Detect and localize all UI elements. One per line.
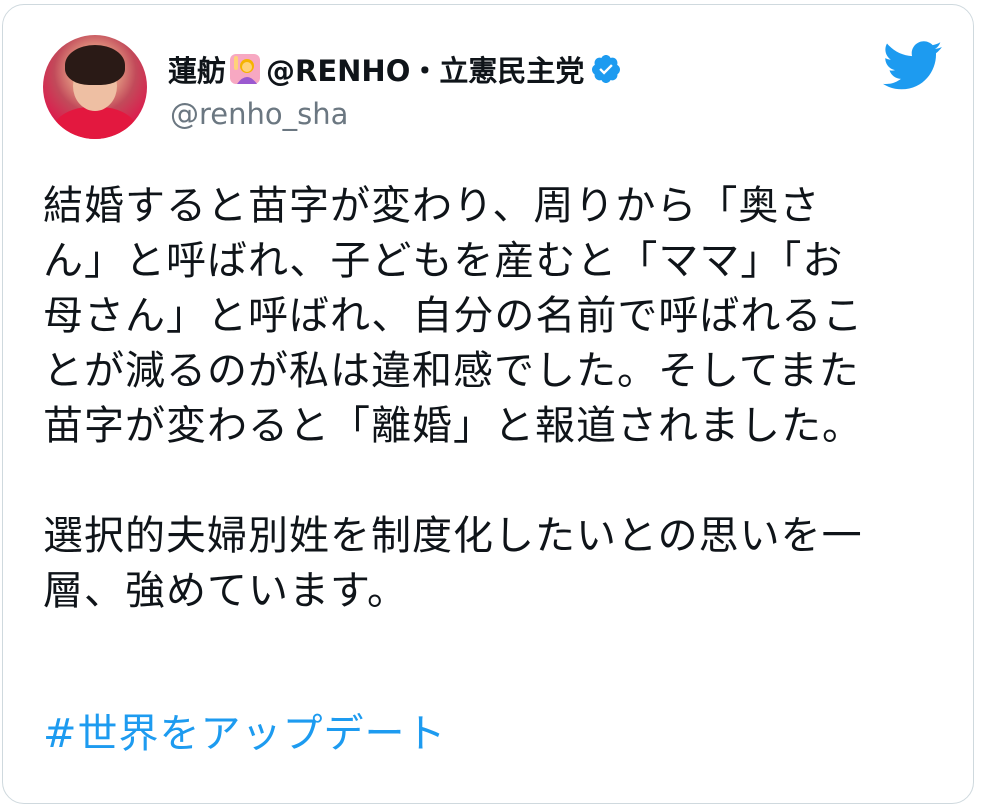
hashtag-link[interactable]: #世界をアップデート (43, 707, 447, 762)
tweet-line: 選択的夫婦別姓を制度化したいとの思いを一 (43, 513, 863, 559)
tweet-paragraph: 結婚すると苗字が変わり、周りから「奥さ ん」と呼ばれ、子どもを産むと「ママ」「お… (43, 179, 938, 454)
author-display-name[interactable]: 蓮舫 (168, 48, 226, 90)
tweet-line: ん」と呼ばれ、子どもを産むと「ママ」「お (43, 238, 844, 284)
woman-raising-hand-emoji-icon (230, 54, 261, 84)
tweet-text: 結婚すると苗字が変わり、周りから「奥さ ん」と呼ばれ、子どもを産むと「ママ」「お… (43, 179, 938, 619)
tweet-line: 母さん」と呼ばれ、自分の名前で呼ばれるこ (43, 293, 864, 339)
tweet-line: 結婚すると苗字が変わり、周りから「奥さ (43, 183, 821, 229)
author-display-name-suffix[interactable]: @RENHO・立憲民主党 (266, 48, 584, 90)
tweet-line: 苗字が変わると「離婚」と報道されました。 (43, 403, 863, 449)
tweet-paragraph: 選択的夫婦別姓を制度化したいとの思いを一 層、強めています。 (43, 509, 938, 619)
author-handle[interactable]: @renho_sha (170, 97, 348, 131)
twitter-bird-icon[interactable] (883, 41, 943, 91)
author-name-row[interactable]: 蓮舫 @RENHO・立憲民主党 (168, 47, 622, 91)
avatar[interactable] (43, 35, 147, 139)
tweet-line: とが減るのが私は違和感でした。そしてまた (43, 348, 860, 394)
verified-badge-icon (592, 55, 621, 83)
tweet-card[interactable]: 蓮舫 @RENHO・立憲民主党 @renho_sha 結婚すると苗字が変わり、周… (2, 4, 974, 804)
tweet-line: 層、強めています。 (43, 568, 408, 614)
